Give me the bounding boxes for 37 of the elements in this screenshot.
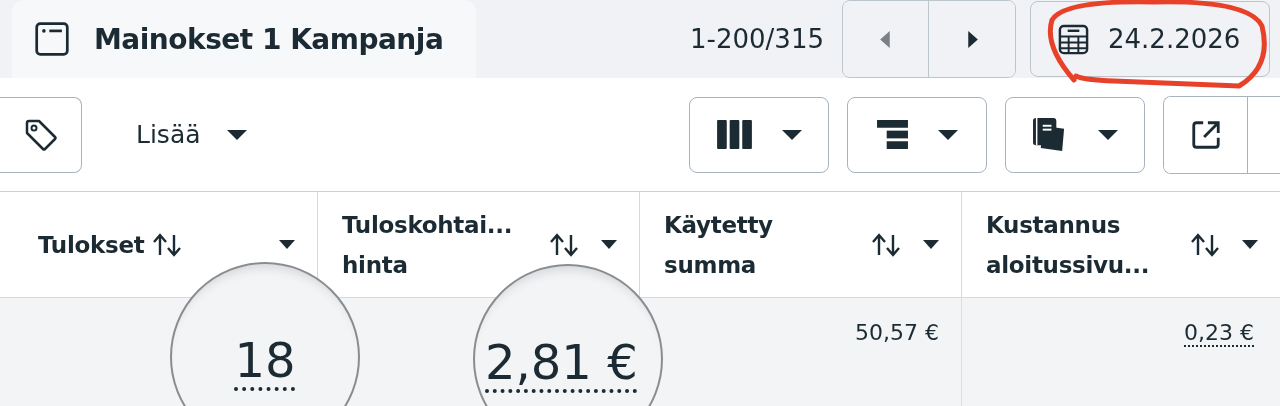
page-range: 1-200/315	[690, 24, 824, 54]
sort-icon[interactable]	[1190, 232, 1220, 257]
export-button[interactable]	[1164, 96, 1248, 173]
column-header[interactable]: Tulokset	[38, 224, 145, 265]
table-cell-value: 2,81 €	[485, 334, 638, 390]
right-triangle-icon	[966, 30, 978, 48]
columns-icon	[716, 120, 752, 149]
calendar-icon	[1057, 22, 1090, 56]
tab-title: Mainokset 1 Kampanja	[94, 22, 444, 56]
table-cell-value: 50,57 €	[855, 320, 939, 347]
columns-dropdown[interactable]	[689, 96, 829, 173]
date-button[interactable]: 24.2.2026	[1030, 1, 1270, 77]
caret-icon[interactable]	[1242, 240, 1258, 249]
tab[interactable]: Mainokset 1 Kampanja	[12, 0, 476, 78]
breakdown-dropdown[interactable]	[847, 96, 987, 173]
left-triangle-icon	[880, 30, 891, 48]
caret-icon[interactable]	[923, 240, 939, 249]
reports-dropdown[interactable]	[1005, 96, 1145, 173]
external-link-icon	[1189, 118, 1222, 151]
caret-icon	[226, 129, 247, 140]
caret-icon	[1097, 129, 1118, 140]
table-cell-value: 0,23 €	[1184, 320, 1254, 347]
column-header[interactable]: Kustannus aloitussivu...	[986, 204, 1150, 285]
caret-icon[interactable]	[279, 240, 295, 249]
window-icon	[34, 21, 70, 57]
column-header[interactable]: Tuloskohtai... hinta	[342, 204, 513, 285]
more-dropdown[interactable]: Lisää	[136, 120, 247, 149]
column-header[interactable]: Käytetty summa	[664, 204, 773, 285]
caret-icon	[781, 129, 802, 140]
sort-icon[interactable]	[152, 232, 183, 257]
tag-button[interactable]	[0, 96, 82, 173]
caret-icon	[937, 129, 958, 140]
breakdown-icon	[876, 120, 908, 149]
sort-icon[interactable]	[549, 232, 579, 257]
table-cell-value: 18	[234, 332, 296, 388]
sort-icon[interactable]	[871, 232, 901, 257]
caret-icon[interactable]	[601, 240, 617, 249]
